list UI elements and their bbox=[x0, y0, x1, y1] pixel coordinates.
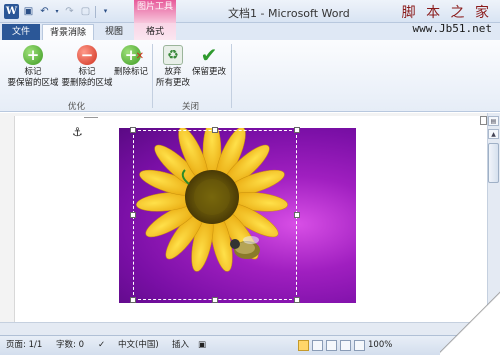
mark-remove-label-1: 标记 bbox=[78, 67, 96, 77]
delete-mark-button[interactable]: + ✕ 删除标记 bbox=[112, 45, 150, 78]
delete-mark-label: 删除标记 bbox=[113, 67, 148, 77]
print-layout-view-icon[interactable] bbox=[298, 340, 309, 351]
proofing-icon[interactable]: ✓ bbox=[98, 336, 105, 355]
status-bar: 页面: 1/1 字数: 0 ✓ 中文(中国) 插入 ▣ 100% bbox=[0, 335, 500, 355]
delete-mark-icon: + ✕ bbox=[121, 45, 144, 65]
status-mode[interactable]: 插入 bbox=[172, 336, 189, 355]
page-curl-shadow bbox=[440, 290, 500, 355]
resize-handle[interactable] bbox=[294, 127, 300, 133]
status-language[interactable]: 中文(中国) bbox=[118, 336, 159, 355]
anchor-icon[interactable]: ⚓ bbox=[72, 125, 83, 139]
picture-tools-context-label: 图片工具 bbox=[134, 0, 176, 23]
full-screen-view-icon[interactable] bbox=[312, 340, 323, 351]
scroll-thumb[interactable] bbox=[488, 143, 499, 183]
group-divider bbox=[231, 44, 232, 108]
keep-changes-label: 保留更改 bbox=[191, 67, 226, 77]
scroll-up-icon[interactable]: ▲ bbox=[488, 129, 499, 139]
group-label-refine: 优化 bbox=[68, 102, 86, 112]
outline-view-icon[interactable] bbox=[340, 340, 351, 351]
discard-label-1: 放弃 bbox=[164, 67, 182, 77]
mark-keep-label-2: 要保留的区域 bbox=[7, 78, 59, 88]
macro-icon[interactable]: ▣ bbox=[198, 336, 206, 355]
undo-icon[interactable]: ↶ bbox=[38, 5, 51, 18]
resize-handle[interactable] bbox=[212, 297, 218, 303]
quick-access-toolbar: W ▣ ↶ ▾ ↷ ▢ ▾ bbox=[4, 4, 112, 19]
resize-handle[interactable] bbox=[294, 212, 300, 218]
resize-handle[interactable] bbox=[294, 297, 300, 303]
customize-toolbar-icon[interactable]: ▾ bbox=[99, 5, 112, 18]
save-icon[interactable]: ▣ bbox=[22, 5, 35, 18]
mark-keep-button[interactable]: + 标记 要保留的区域 bbox=[6, 45, 60, 89]
resize-handle[interactable] bbox=[130, 297, 136, 303]
redo-icon[interactable]: ↷ bbox=[63, 5, 76, 18]
recycle-icon: ♻ bbox=[163, 45, 183, 65]
margin-marker bbox=[84, 117, 98, 120]
mark-remove-label-2: 要删除的区域 bbox=[61, 78, 113, 88]
tab-format[interactable]: 格式 bbox=[134, 24, 176, 40]
checkmark-icon: ✔ bbox=[200, 43, 218, 67]
mark-remove-button[interactable]: − 标记 要删除的区域 bbox=[60, 45, 114, 89]
watermark-title: 脚 本 之 家 bbox=[401, 5, 492, 21]
open-icon[interactable]: ▢ bbox=[79, 5, 92, 18]
tab-file[interactable]: 文件 bbox=[2, 24, 40, 40]
undo-dropdown-icon[interactable]: ▾ bbox=[54, 5, 60, 18]
ruler-toggle-icon[interactable]: ▤ bbox=[488, 116, 499, 126]
status-page[interactable]: 页面: 1/1 bbox=[6, 336, 42, 355]
discard-changes-button[interactable]: ♻ 放弃 所有更改 bbox=[153, 45, 193, 89]
web-layout-view-icon[interactable] bbox=[326, 340, 337, 351]
tab-background-removal[interactable]: 背景消除 bbox=[42, 24, 94, 40]
horizontal-scrollbar[interactable] bbox=[0, 322, 487, 335]
tab-view[interactable]: 视图 bbox=[98, 24, 130, 40]
draft-view-icon[interactable] bbox=[354, 340, 365, 351]
status-zoom[interactable]: 100% bbox=[368, 336, 392, 355]
resize-handle[interactable] bbox=[130, 127, 136, 133]
status-words[interactable]: 字数: 0 bbox=[56, 336, 84, 355]
resize-handle[interactable] bbox=[212, 127, 218, 133]
keep-changes-button[interactable]: ✔ 保留更改 bbox=[190, 45, 228, 78]
window-title: 文档1 - Microsoft Word bbox=[228, 7, 350, 20]
minus-circle-icon: − bbox=[77, 45, 97, 65]
toolbar-divider bbox=[95, 5, 96, 18]
resize-handle[interactable] bbox=[130, 212, 136, 218]
page-marker-icon bbox=[480, 116, 487, 125]
plus-circle-icon: + bbox=[23, 45, 43, 65]
mark-keep-label-1: 标记 bbox=[24, 67, 42, 77]
keep-area-frame[interactable] bbox=[133, 130, 297, 300]
watermark-url: www.Jb51.net bbox=[412, 22, 492, 35]
group-label-close: 关闭 bbox=[182, 102, 200, 112]
word-logo-icon[interactable]: W bbox=[4, 4, 19, 19]
discard-label-2: 所有更改 bbox=[155, 78, 190, 88]
